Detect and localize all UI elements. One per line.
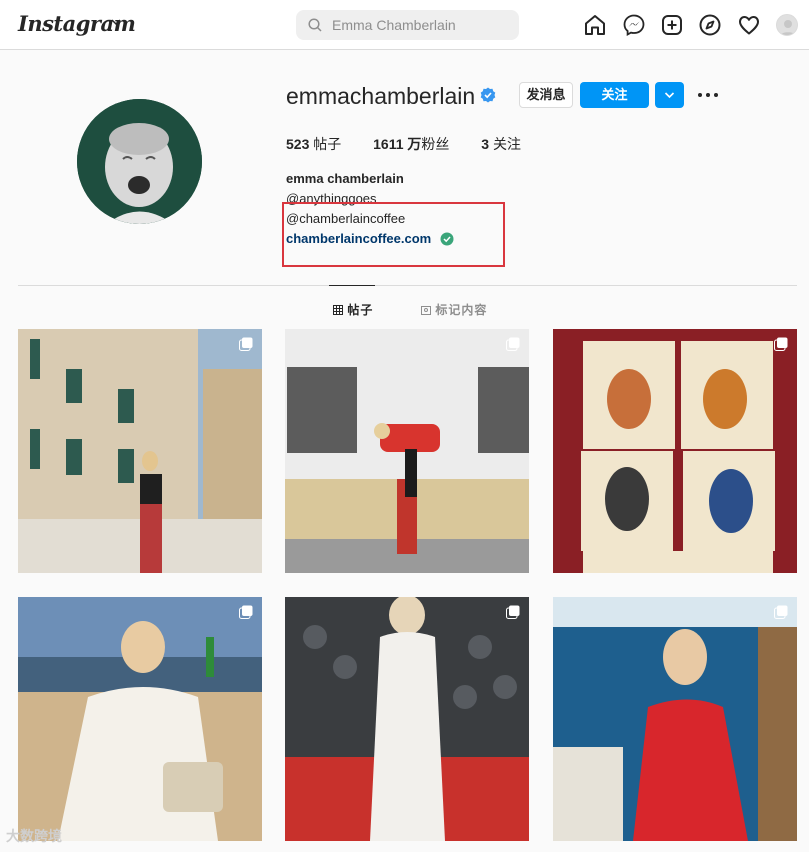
verified-badge-icon [480,87,496,103]
multi-post-icon [774,337,788,351]
multi-post-icon [774,605,788,619]
post-tile[interactable] [285,329,529,573]
heart-icon[interactable] [737,13,761,37]
post-tile[interactable] [18,329,262,573]
search-input[interactable] [332,10,512,40]
home-icon[interactable] [583,13,607,37]
explore-icon[interactable] [698,13,722,37]
tab-posts[interactable]: 帖子 [333,301,373,318]
post-tile[interactable] [553,329,797,573]
suggested-dropdown-button[interactable] [655,82,684,108]
tag-icon [421,306,431,315]
messenger-icon[interactable] [622,13,646,37]
search-bar[interactable] [296,10,519,40]
chevron-down-icon [664,92,675,99]
profile-avatar[interactable] [776,14,798,36]
multi-post-icon [506,337,520,351]
top-nav-bar: Instagram [0,0,809,50]
new-post-icon[interactable] [660,13,684,37]
posts-stat[interactable]: 523 帖子 [286,136,341,152]
post-tile[interactable] [285,597,529,841]
tab-divider [18,285,797,286]
profile-stats: 523 帖子 1611 万粉丝 3 关注 [286,134,549,154]
post-tile[interactable] [553,597,797,841]
multi-post-icon [239,337,253,351]
chevron-down-icon[interactable] [110,16,122,28]
following-stat[interactable]: 3 关注 [481,136,521,152]
grid-icon [333,305,343,315]
followers-stat[interactable]: 1611 万粉丝 [373,136,449,152]
tab-tagged-label: 标记内容 [435,303,488,317]
tab-posts-label: 帖子 [347,303,374,317]
watermark-text: 大数跨境 [6,828,62,844]
multi-post-icon [506,605,520,619]
highlight-box [282,202,505,267]
profile-username: emmachamberlain [286,83,476,109]
multi-post-icon [239,605,253,619]
tab-tagged[interactable]: 标记内容 [421,301,487,318]
message-button[interactable]: 发消息 [519,82,573,108]
profile-picture[interactable] [77,99,202,224]
bio-full-name: emma chamberlain [286,171,404,186]
follow-button[interactable]: 关注 [580,82,649,108]
more-options-icon[interactable] [697,86,719,104]
active-tab-indicator [329,285,375,286]
search-icon [308,18,322,32]
post-tile[interactable] [18,597,262,841]
